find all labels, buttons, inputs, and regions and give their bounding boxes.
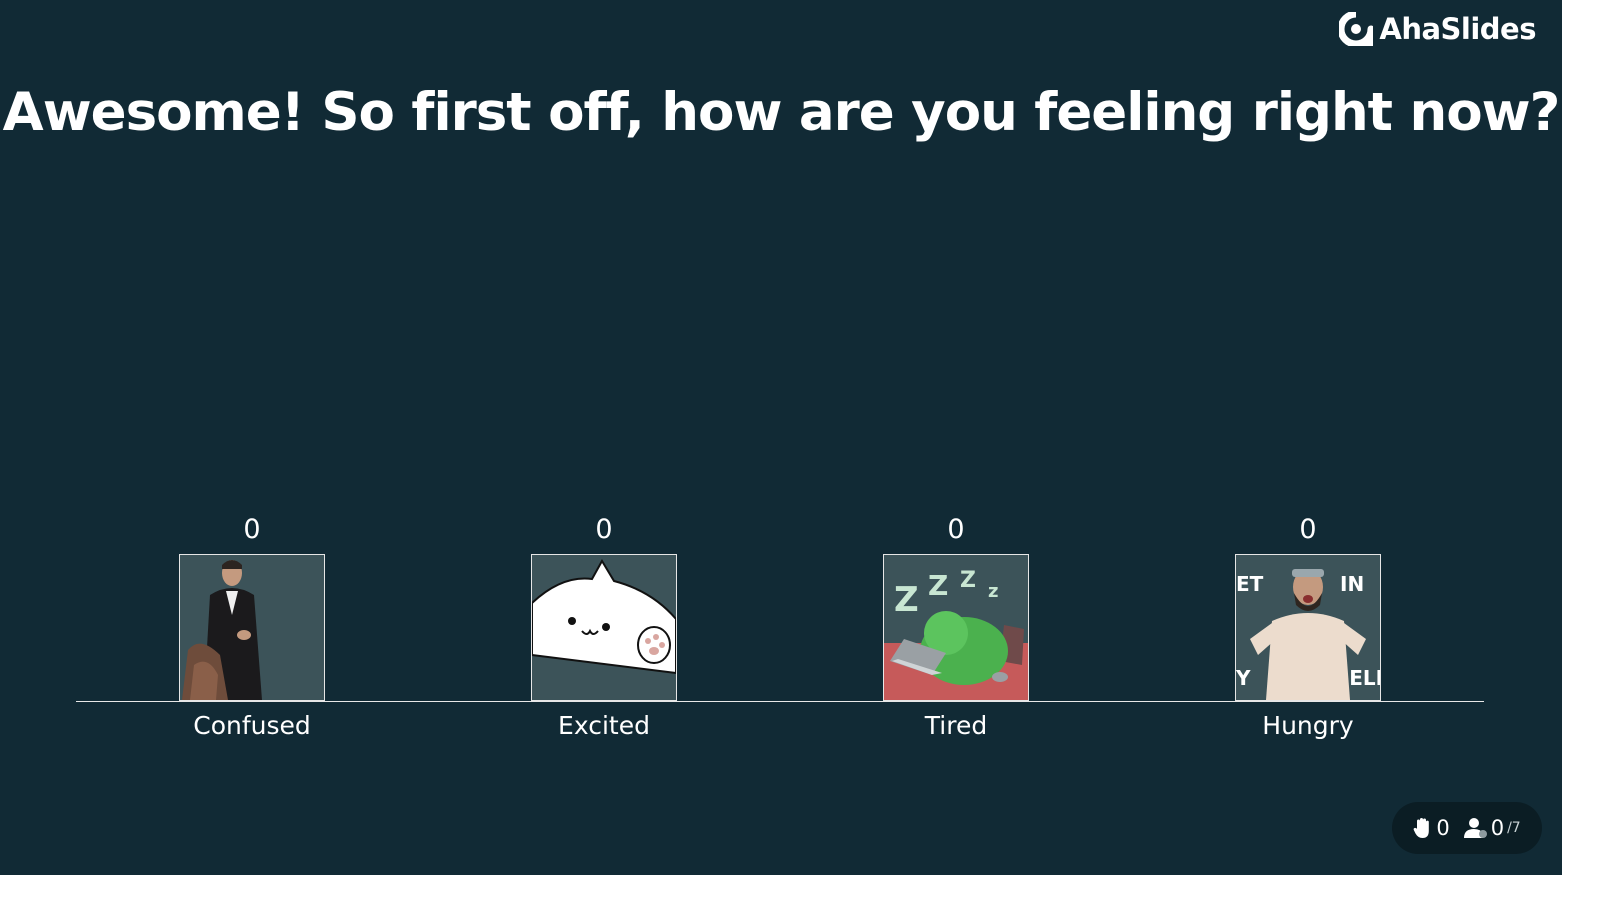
option-image-excited [531, 554, 677, 701]
participants-icon [1463, 818, 1487, 838]
raised-hand-icon [1413, 818, 1430, 838]
chart-bar-hungry: 0 ET IN Y BELI Hungry [1132, 480, 1484, 770]
slide: AhaSlides Awesome! So first off, how are… [0, 0, 1562, 875]
participants-count: 0 [1490, 816, 1505, 840]
audience-status[interactable]: 0 0 /7 [1392, 802, 1542, 854]
chart-bar-confused: 0 Confused [76, 480, 428, 770]
slide-title: Awesome! So first off, how are you feeli… [2, 82, 1561, 143]
chart-bar-excited: 0 Excited [428, 480, 780, 770]
bar-count: 0 [595, 514, 613, 545]
bar-count: 0 [243, 514, 261, 545]
option-image-confused [179, 554, 325, 701]
svg-text:Y: Y [1236, 666, 1251, 690]
bar-label: Hungry [1262, 711, 1354, 740]
bar-count: 0 [947, 514, 965, 545]
results-chart: 0 Confused 0 Excited 0 Z Z Z z Tired 0 E… [76, 480, 1484, 770]
chart-bar-tired: 0 Z Z Z z Tired [780, 480, 1132, 770]
svg-text:IN: IN [1340, 572, 1364, 596]
svg-text:Z: Z [960, 568, 976, 593]
svg-text:Z: Z [894, 580, 919, 620]
participants-total: /7 [1507, 820, 1521, 836]
ahaslides-logo-icon [1339, 12, 1374, 46]
reactions-count: 0 [1436, 816, 1450, 840]
reactions-counter[interactable]: 0 [1413, 816, 1450, 840]
bar-label: Excited [558, 711, 650, 740]
option-image-hungry: ET IN Y BELI [1235, 554, 1381, 701]
option-image-tired: Z Z Z z [883, 554, 1029, 701]
bar-label: Tired [924, 711, 988, 740]
bar-label: Confused [193, 711, 311, 740]
svg-text:z: z [988, 581, 998, 602]
bar-count: 0 [1299, 514, 1317, 545]
brand-name: AhaSlides [1379, 12, 1536, 46]
svg-text:Z: Z [928, 569, 948, 602]
participants-counter[interactable]: 0 /7 [1463, 816, 1521, 840]
chart-baseline [76, 701, 1484, 702]
brand-logo: AhaSlides [1339, 12, 1536, 46]
svg-text:ET: ET [1236, 572, 1264, 596]
